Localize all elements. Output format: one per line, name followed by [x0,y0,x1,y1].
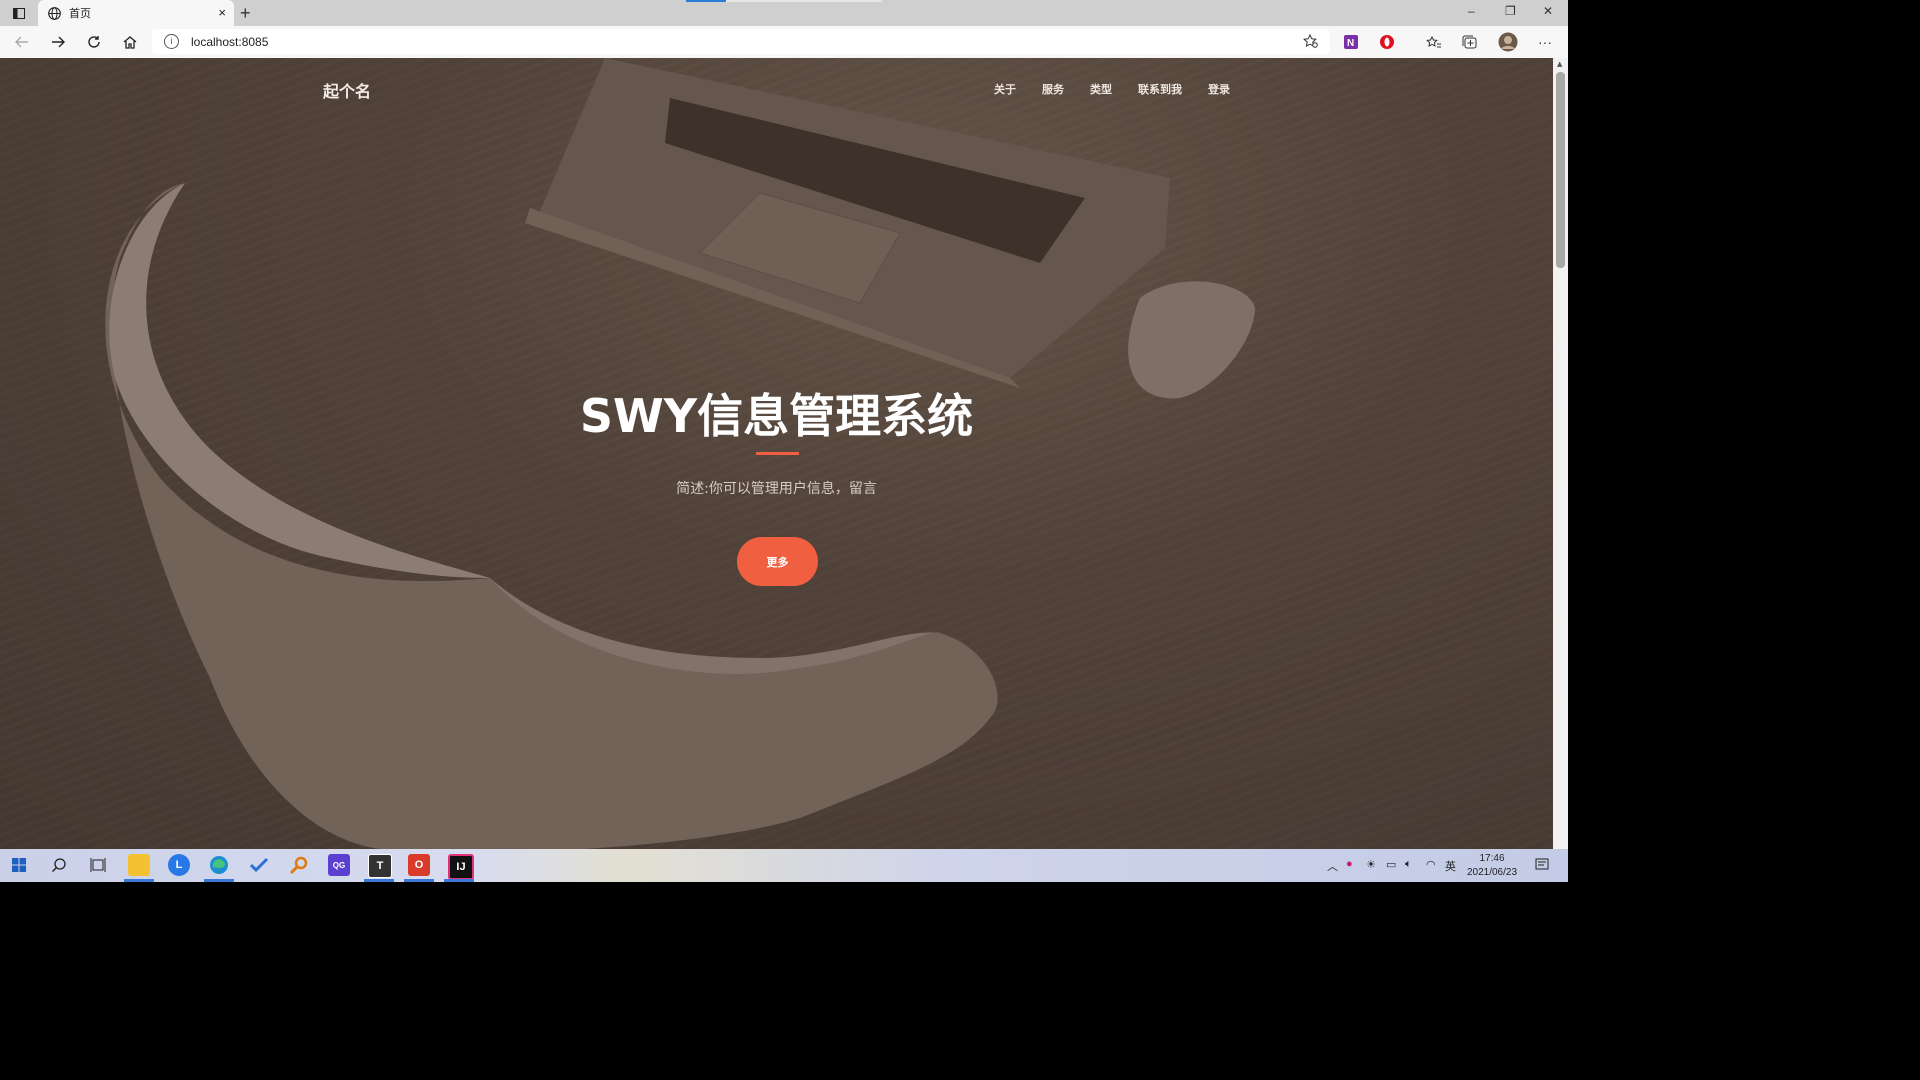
web-page: 起个名 关于 服务 类型 联系到我 登录 SWY信息管理系统 简述:你可以管理用… [0,58,1553,849]
scroll-thumb[interactable] [1556,72,1565,268]
forward-icon[interactable] [47,32,69,52]
site-info-icon[interactable]: i [164,34,179,49]
windows-taskbar: L QG T O IJ ︿ ● ☀ ▭ 🔈︎ ◠ 英 17:46 2021/06… [0,849,1568,882]
file-explorer-active-indicator [124,879,154,882]
nav-login[interactable]: 登录 [1208,81,1230,97]
hero-subtitle: 简述:你可以管理用户信息，留言 [676,481,877,497]
edge-active-indicator [204,879,234,882]
home-icon[interactable] [119,32,141,52]
scroll-up-icon[interactable]: ▲ [1557,60,1562,68]
hero-divider [756,452,799,455]
task-view-icon[interactable] [87,854,109,876]
wifi-icon[interactable]: ◠ [1426,858,1436,871]
office-icon[interactable]: O [408,854,430,876]
close-tab-icon[interactable]: × [218,5,226,20]
url-text[interactable]: localhost:8085 [191,35,268,49]
search-tool-icon[interactable] [288,854,310,876]
close-window-icon[interactable]: ✕ [1543,4,1553,18]
favorites-icon[interactable] [1425,33,1443,51]
hero-title: SWY信息管理系统 [579,389,974,443]
nav-about[interactable]: 关于 [994,81,1016,97]
edge-icon[interactable] [208,854,230,876]
ime-indicator[interactable]: 英 [1445,858,1456,874]
browser-toolbar: i localhost:8085 N ··· [0,26,1568,59]
site-nav: 关于 服务 类型 联系到我 登录 [994,81,1230,97]
l-app-icon[interactable]: L [168,854,190,876]
brightness-icon[interactable]: ☀ [1366,858,1376,871]
onenote-icon[interactable]: N [1342,33,1360,51]
avatar[interactable] [1497,31,1519,53]
tab-bar-accent [686,0,726,2]
svg-text:N: N [1347,38,1354,49]
nav-types[interactable]: 类型 [1090,81,1112,97]
restore-icon[interactable]: ❐ [1505,4,1516,18]
file-explorer-icon[interactable] [128,854,150,876]
nav-contact[interactable]: 联系到我 [1138,81,1182,97]
nav-services[interactable]: 服务 [1042,81,1064,97]
intellij-active-indicator [444,879,474,882]
clock[interactable]: 17:46 2021/06/23 [1462,852,1522,880]
add-favorite-icon[interactable] [1303,33,1318,51]
start-icon[interactable] [8,854,30,876]
typora-icon[interactable]: T [368,854,392,878]
address-bar[interactable]: i localhost:8085 [152,29,1330,54]
office-active-indicator [404,879,434,882]
typora-active-indicator [364,879,394,882]
tab-home[interactable]: 首页 × [38,0,234,26]
clock-time: 17:46 [1479,853,1505,864]
site-brand[interactable]: 起个名 [323,78,371,102]
clock-date: 2021/06/23 [1466,867,1518,878]
new-tab-button[interactable]: + [240,3,251,24]
volume-icon[interactable]: 🔈︎ [1405,858,1412,871]
minimize-icon[interactable]: – [1468,4,1475,18]
qq-app-icon[interactable]: QG [328,854,350,876]
opera-extension-icon[interactable] [1378,33,1396,51]
globe-icon [48,6,62,20]
back-icon[interactable] [11,32,33,52]
battery-icon[interactable]: ▭ [1386,858,1396,871]
tab-title: 首页 [69,8,91,20]
notifications-icon[interactable] [1531,854,1553,876]
tab-bar-accent-light [726,0,882,2]
todo-icon[interactable] [248,854,270,876]
refresh-icon[interactable] [83,32,105,52]
tray-expand-icon[interactable]: ︿ [1327,858,1338,874]
more-button[interactable]: 更多 [737,537,818,586]
browser-tab-bar: 首页 × + – ❐ ✕ [0,0,1568,26]
search-icon[interactable] [48,854,70,876]
intellij-icon[interactable]: IJ [448,854,474,880]
tray-app-icon[interactable]: ● [1346,858,1353,870]
menu-icon[interactable]: ··· [1536,33,1554,51]
page-scrollbar[interactable]: ▲ [1553,58,1568,849]
tab-actions-icon[interactable] [6,4,32,22]
collections-icon[interactable] [1461,33,1479,51]
